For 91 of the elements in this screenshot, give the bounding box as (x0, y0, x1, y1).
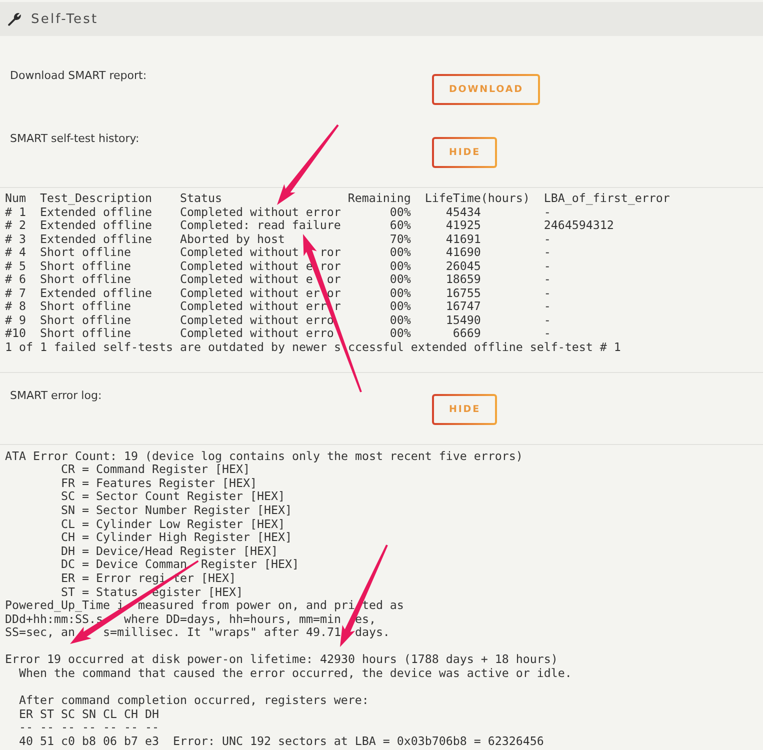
table-cell-text: # 9 (5, 314, 27, 328)
table-cell-text: 16755 (444, 286, 482, 300)
section-label: Download SMART report: (10, 69, 147, 82)
log-line: After command completion occurred, registers were: (18, 694, 369, 708)
log-line: ST = Status egister [HEX] (60, 586, 243, 600)
table-cell-text: Extended offline (40, 206, 153, 220)
table-cell-text: Aborted by host (180, 232, 286, 246)
table-cell-text: # 4 (5, 246, 27, 260)
table-cell-text: Completed without erro (180, 327, 335, 342)
table-cell-text: 16747 (444, 300, 482, 314)
table-cell-text: 45434 (444, 206, 482, 220)
table-cell-text: Short offline (40, 246, 132, 260)
table-cell-text: # 8 (5, 300, 27, 314)
table-cell-text: 41690 (444, 246, 482, 260)
table-cell-text: 00% (388, 314, 411, 328)
table-cell-text: - (544, 246, 552, 260)
table-cell-text: - (544, 300, 552, 314)
error-entry-title: Error 19 occurred at disk power-on lifetime: 42930 hours (1788 days + 18 hours) (5, 653, 558, 668)
table-cell-text: Completed without e ror (180, 260, 342, 274)
column-header: LBA_of_first_error (544, 192, 670, 206)
table-cell-text: Completed without er or (180, 286, 342, 300)
column-header: LifeTime(hours) (424, 192, 530, 206)
column-header: Test_Description (40, 192, 153, 206)
table-cell-text: 00% (388, 260, 411, 274)
log-line: ATA Error Count: 19 (device log contains only the most recent five errors) (5, 450, 523, 464)
table-cell-text: 00% (388, 327, 411, 342)
table-cell-text: Extended offline (40, 219, 153, 233)
log-line: FR = Features Register [HEX] (60, 476, 257, 490)
table-cell-text: # 5 (5, 260, 27, 274)
log-line: ER ST SC SN CL CH DH (18, 708, 159, 722)
column-header: Status (180, 192, 223, 206)
table-cell-text: Completed without erro (180, 314, 335, 328)
table-cell-text: 26045 (444, 260, 482, 274)
table-cell-text: #10 (5, 327, 27, 342)
download-button[interactable]: DOWNLOAD (432, 74, 540, 105)
wrench-icon (8, 12, 21, 26)
log-line: 40 51 c0 b8 06 b7 e3 Error: UNC 192 sectors at LBA = 0x03b706b8 = 62326456 (18, 735, 544, 749)
table-cell-text: Short offline (40, 260, 132, 274)
table-cell-text: # 1 (5, 206, 27, 220)
column-header: Remaining (348, 192, 411, 206)
table-cell-text: 00% (388, 246, 411, 260)
table-cell-text: # 6 (5, 273, 27, 287)
table-cell-text: Extended offline (40, 286, 153, 300)
column-header: Num (5, 192, 27, 206)
table-cell-text: 60% (388, 219, 411, 233)
table-footnote: 1 of 1 failed self-tests are outdated by newer s ccessful extended offline self-test # 1 (5, 341, 622, 355)
log-line: DH = Device/Head Register [HEX] (60, 544, 278, 558)
section-label: SMART error log: (10, 388, 102, 402)
table-cell-text: Completed: read failure (180, 219, 342, 233)
table-cell-text: 41925 (444, 219, 482, 233)
table-cell-text: 00% (388, 300, 411, 314)
table-cell-text: # 7 (5, 286, 27, 300)
table-cell-text: - (544, 260, 552, 274)
table-cell-text: - (544, 327, 552, 342)
table-cell-text: - (544, 286, 552, 300)
table-cell-text: # 3 (5, 232, 27, 246)
log-line: CH = Cylinder High Register [HEX] (60, 531, 292, 545)
table-cell-text: 41691 (444, 232, 482, 246)
log-line: SN = Sector Number Register [HEX] (60, 504, 292, 518)
table-cell-text: 00% (388, 206, 411, 220)
table-cell-text: 00% (388, 286, 411, 300)
table-cell-text: Completed without e or (180, 273, 342, 287)
table-cell-text: 2464594312 (544, 219, 615, 233)
table-cell-text: 00% (388, 273, 411, 287)
hide-button[interactable]: HIDE (432, 394, 498, 425)
table-cell-text: # 2 (5, 219, 27, 233)
log-line: CL = Cylinder Low Register [HEX] (60, 518, 285, 532)
table-cell-text: 15490 (444, 314, 482, 328)
table-cell-text: 18659 (444, 273, 482, 287)
log-line: DC = Device Comman Register [HEX] (60, 558, 299, 572)
table-cell-text: Short offline (40, 327, 132, 342)
log-line: When the command that caused the error occurred, the device was active or idle. (18, 667, 572, 681)
table-cell-text: Extended offline (40, 232, 153, 246)
table-cell-text: Completed without ror (180, 246, 342, 260)
table-cell-text: - (544, 314, 552, 328)
table-cell-text: 6669 (452, 327, 482, 342)
table-cell-text: - (544, 273, 552, 287)
section-label: SMART self-test history: (10, 132, 140, 145)
panel-title: Self-Test (31, 12, 98, 26)
log-line: -- -- -- -- -- -- -- (18, 721, 159, 736)
table-cell-text: Completed without err r (180, 300, 342, 314)
table-cell-text: Completed without error (180, 206, 342, 220)
log-line: CR = Command Register [HEX] (60, 463, 250, 477)
table-cell-text: 70% (388, 232, 411, 246)
table-cell-text: - (544, 232, 552, 246)
table-cell-text: Short offline (40, 300, 132, 314)
hide-button[interactable]: HIDE (432, 137, 498, 168)
table-cell-text: - (544, 206, 551, 220)
table-cell-text: Short offline (40, 314, 132, 328)
table-cell-text: Short offline (40, 273, 132, 287)
log-line: SC = Sector Count Register [HEX] (60, 490, 285, 504)
